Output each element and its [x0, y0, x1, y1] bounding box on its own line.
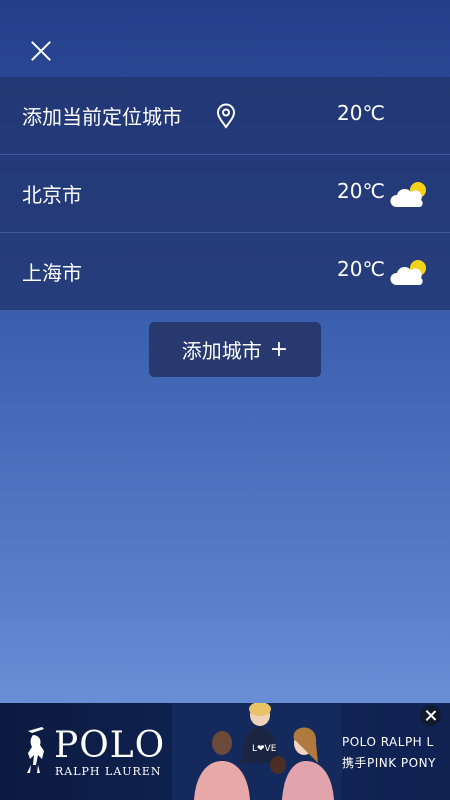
city-row-current-location[interactable]: 添加当前定位城市 20℃: [0, 77, 450, 155]
location-pin-icon: [216, 103, 236, 129]
city-name: 上海市: [22, 261, 82, 285]
add-city-label: 添加城市: [181, 339, 262, 363]
plus-icon: +: [269, 337, 289, 362]
city-row-shanghai[interactable]: 上海市 20℃: [0, 233, 450, 311]
polo-brand: POLO: [54, 725, 166, 766]
ad-subline: 携手PINK PONY: [342, 756, 436, 770]
ad-banner[interactable]: POLO RALPH LAUREN L❤VE POLO RALPH L 携手PI…: [0, 703, 450, 800]
temperature: 20℃: [337, 101, 385, 125]
partly-cloudy-icon: [390, 260, 426, 285]
close-icon[interactable]: [26, 36, 56, 66]
city-name: 北京市: [22, 183, 82, 207]
ad-headline: POLO RALPH L: [342, 735, 434, 749]
polo-horse-icon: [27, 727, 44, 773]
add-city-button[interactable]: 添加城市 +: [149, 322, 321, 377]
temperature: 20℃: [337, 257, 385, 281]
polo-brand-sub: RALPH LAUREN: [55, 765, 162, 778]
top-bar: [0, 0, 450, 77]
ad-photo: L❤VE: [172, 703, 342, 800]
polo-logo: POLO RALPH LAUREN: [24, 725, 172, 785]
ad-close-icon[interactable]: [420, 705, 441, 726]
city-name: 添加当前定位城市: [22, 105, 182, 129]
temperature: 20℃: [337, 179, 385, 203]
city-row-beijing[interactable]: 北京市 20℃: [0, 155, 450, 233]
shirt-print: L❤VE: [252, 744, 277, 754]
city-list: 添加当前定位城市 20℃ 北京市 20℃ 上海市 20℃: [0, 77, 450, 311]
partly-cloudy-icon: [390, 182, 426, 207]
